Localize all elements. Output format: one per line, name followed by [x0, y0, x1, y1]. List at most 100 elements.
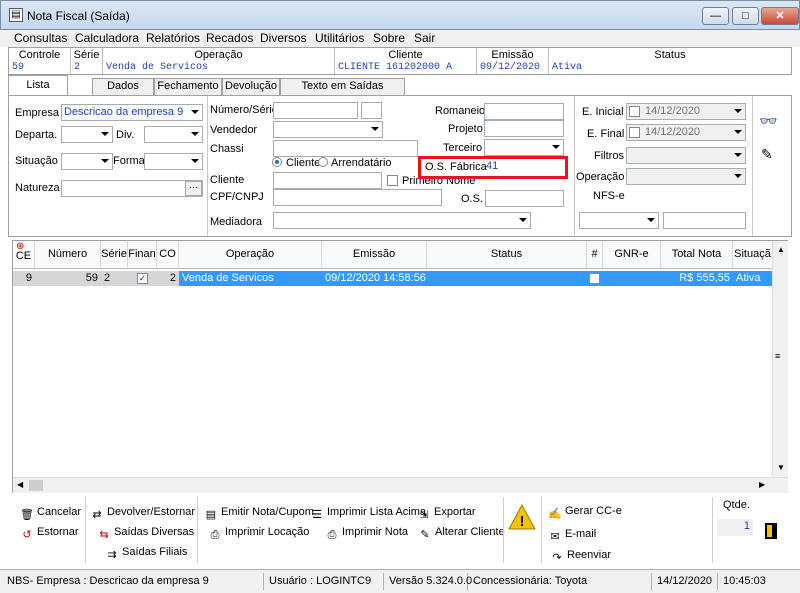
menu-diversos[interactable]: Diversos	[260, 31, 307, 45]
horizontal-scrollbar[interactable]: ◀ ▶	[13, 477, 788, 493]
romaneio-field[interactable]	[484, 103, 564, 120]
trash-icon: 🗑	[20, 509, 34, 521]
col-operacao[interactable]: Operação	[179, 241, 322, 269]
cpf-field[interactable]	[273, 189, 442, 206]
menu-relatorios[interactable]: Relatórios	[146, 31, 200, 45]
table-row[interactable]: 9 59 2 ✓ 2 Venda de Servicos 09/12/2020 …	[13, 271, 773, 286]
empresa-select[interactable]: Descricao da empresa 9	[61, 104, 203, 121]
e-inicial-checkbox[interactable]	[629, 106, 640, 120]
natureza-lookup-button[interactable]: ···	[185, 181, 202, 196]
menu-utilitarios[interactable]: Utilitários	[315, 31, 364, 45]
alterar-cliente-button[interactable]: ✎ Alterar Cliente	[418, 523, 504, 541]
serie-field[interactable]	[361, 102, 382, 119]
numero-field[interactable]	[273, 102, 358, 119]
tab-lista[interactable]: Lista	[8, 75, 68, 95]
cliente-field[interactable]	[273, 172, 382, 189]
terceiro-select[interactable]	[484, 139, 564, 156]
tab-fechamento[interactable]: Fechamento	[154, 78, 222, 95]
app-icon: ▤	[9, 8, 23, 22]
menu-sobre[interactable]: Sobre	[373, 31, 405, 45]
warning-icon[interactable]: !	[507, 503, 537, 531]
close-button[interactable]: ✕	[761, 7, 799, 25]
glasses-icon[interactable]: 👓	[759, 112, 778, 130]
devolver-estornar-button[interactable]: ⇄ Devolver/Estornar	[90, 503, 195, 521]
header-emissao: Emissão 09/12/2020	[477, 48, 549, 74]
add-icon[interactable]: ⊕	[16, 241, 24, 252]
nfse-field[interactable]	[663, 212, 746, 229]
menu-calculadora[interactable]: Calculadora	[75, 31, 139, 45]
scroll-right-icon[interactable]: ▶	[759, 480, 765, 489]
cell-finan-checkbox[interactable]: ✓	[128, 271, 157, 286]
filtros-select[interactable]	[626, 147, 746, 164]
departa-select[interactable]	[61, 126, 113, 143]
gerar-cce-button[interactable]: ✍ Gerar CC-e	[548, 502, 622, 520]
exit-door-icon[interactable]	[765, 523, 777, 539]
imprimir-nota-button[interactable]: ⎙ Imprimir Nota	[325, 523, 408, 541]
nfse-select[interactable]	[579, 212, 659, 229]
saidas-diversas-button[interactable]: ⇆ Saídas Diversas	[97, 523, 194, 541]
os-field[interactable]	[485, 190, 564, 207]
menu-consultas[interactable]: Consultas	[14, 31, 67, 45]
scroll-down-icon[interactable]: ▼	[777, 463, 785, 472]
scroll-grip-icon[interactable]: ≡	[775, 351, 780, 361]
menu-recados[interactable]: Recados	[206, 31, 253, 45]
scroll-left-icon[interactable]: ◀	[17, 480, 23, 489]
scroll-up-icon[interactable]: ▲	[777, 245, 785, 254]
col-total-nota[interactable]: Total Nota	[661, 241, 733, 269]
col-emissao[interactable]: Emissão	[322, 241, 427, 269]
operacao-select[interactable]	[626, 168, 746, 185]
cell-serie: 2	[101, 271, 128, 286]
imprimir-lista-button[interactable]: ☰ Imprimir Lista Acima	[310, 503, 426, 521]
chassi-field[interactable]	[273, 140, 418, 157]
cell-hash-checkbox[interactable]	[587, 271, 603, 286]
col-numero[interactable]: Número	[35, 241, 101, 269]
maximize-button[interactable]: □	[732, 7, 759, 25]
situacao-select[interactable]	[61, 153, 113, 170]
div-select[interactable]	[144, 126, 203, 143]
radio-arrendatario[interactable]	[318, 157, 328, 170]
col-gnre[interactable]: GNR-e	[603, 241, 661, 269]
mediadora-select[interactable]	[273, 212, 531, 229]
vertical-scrollbar[interactable]: ▲ ≡ ▼	[772, 241, 788, 477]
col-status[interactable]: Status	[427, 241, 587, 269]
cell-ce: 9	[13, 271, 35, 286]
col-situacao[interactable]: Situaçã	[733, 241, 773, 269]
exportar-button[interactable]: ⇲ Exportar	[417, 503, 475, 521]
tab-dados[interactable]: Dados	[92, 78, 154, 95]
imprimir-locacao-button[interactable]: ⎙ Imprimir Locação	[208, 523, 310, 541]
e-final-checkbox[interactable]	[629, 127, 640, 141]
resend-icon: ↷	[552, 552, 562, 564]
col-finan[interactable]: Finan	[128, 241, 157, 269]
col-co[interactable]: CO	[157, 241, 179, 269]
col-hash[interactable]: #	[587, 241, 603, 269]
cliente-label: Cliente	[210, 174, 245, 186]
header-serie: Série 2	[71, 48, 103, 74]
qtde-value: 1	[717, 519, 753, 536]
email-button[interactable]: ✉ E-mail	[548, 525, 596, 543]
reenviar-button[interactable]: ↷ Reenviar	[550, 546, 611, 564]
saidas-filiais-button[interactable]: ⇉ Saídas Filiais	[105, 543, 187, 561]
tab-devolucao[interactable]: Devolução	[222, 78, 280, 95]
primeiro-nome-checkbox[interactable]	[387, 175, 398, 189]
document-edit-icon: ✍	[548, 508, 562, 520]
estornar-button[interactable]: ↺ Estornar	[20, 523, 78, 541]
arrows-icon: ⇆	[99, 529, 109, 541]
emitir-nota-button[interactable]: ▤ Emitir Nota/Cupom	[204, 503, 314, 521]
e-final-date[interactable]: 14/12/2020	[626, 124, 746, 141]
scroll-thumb[interactable]	[29, 480, 43, 491]
radio-cliente[interactable]	[272, 157, 282, 170]
tab-texto-saidas[interactable]: Texto em Saídas Diversas	[280, 78, 405, 107]
divider	[752, 96, 753, 236]
minimize-button[interactable]: —	[702, 7, 729, 25]
forma-select[interactable]	[144, 153, 203, 170]
cancelar-button[interactable]: 🗑 Cancelar	[20, 503, 81, 521]
user-edit-icon: ✎	[420, 529, 430, 541]
vendedor-select[interactable]	[273, 121, 383, 138]
e-inicial-date[interactable]: 14/12/2020	[626, 103, 746, 120]
eraser-icon[interactable]: ✎	[761, 146, 773, 163]
col-serie[interactable]: Série	[101, 241, 128, 269]
natureza-field[interactable]	[61, 180, 203, 197]
menu-sair[interactable]: Sair	[414, 31, 435, 45]
projeto-field[interactable]	[484, 120, 564, 137]
email-icon: ✉	[550, 531, 560, 543]
